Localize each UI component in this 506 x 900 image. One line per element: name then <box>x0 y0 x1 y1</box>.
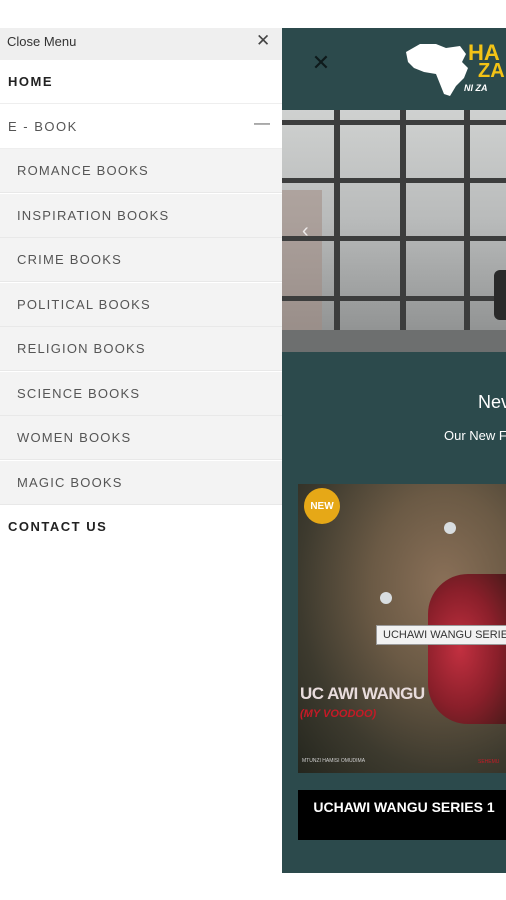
cover-title: UC AWI WANGU <box>300 684 425 703</box>
submenu-item-inspiration[interactable]: INSPIRATION BOOKS <box>0 194 282 238</box>
page-header: ✕ HA ZA NI ZA <box>282 28 506 110</box>
logo-text-line3: NI ZA <box>464 83 488 93</box>
menu-item-home[interactable]: HOME <box>0 60 282 104</box>
window-frame <box>334 110 340 352</box>
submenu-item-magic[interactable]: MAGIC BOOKS <box>0 461 282 505</box>
submenu-item-label: MAGIC BOOKS <box>17 475 123 490</box>
book-title-button[interactable]: UCHAWI WANGU SERIES 1 <box>298 790 506 840</box>
close-icon[interactable]: ✕ <box>256 30 270 52</box>
image-label: UCHAWI WANGU SERIE <box>376 625 506 645</box>
section-title: Nev <box>478 392 506 412</box>
slider-prev-icon[interactable]: ‹ <box>302 220 309 243</box>
submenu-item-political[interactable]: POLITICAL BOOKS <box>0 283 282 327</box>
close-menu-row[interactable]: Close Menu ✕ <box>0 28 282 60</box>
cover-part: SEHEMU <box>478 759 500 765</box>
submenu-item-label: RELIGION BOOKS <box>17 341 146 356</box>
window-frame <box>282 178 506 183</box>
page-close-icon[interactable]: ✕ <box>310 52 332 74</box>
window-frame <box>282 236 506 241</box>
menu-item-label: HOME <box>8 74 53 89</box>
main-page: ✕ HA ZA NI ZA ‹ Nev Our New F NEW UCHAWI… <box>282 28 506 873</box>
submenu-item-label: INSPIRATION BOOKS <box>17 208 170 223</box>
menu-item-label: E - BOOK <box>8 119 78 134</box>
hero-figure <box>494 270 506 320</box>
section-subtitle: Our New F <box>444 428 506 443</box>
window-frame <box>464 110 470 352</box>
new-badge: NEW <box>304 488 340 524</box>
submenu-item-crime[interactable]: CRIME BOOKS <box>0 238 282 282</box>
submenu-item-label: SCIENCE BOOKS <box>17 386 141 401</box>
hero-bg-wall <box>282 190 322 330</box>
submenu-item-label: CRIME BOOKS <box>17 252 122 267</box>
menu-item-label: CONTACT US <box>8 519 108 534</box>
window-frame <box>282 296 506 301</box>
submenu-item-label: POLITICAL BOOKS <box>17 297 151 312</box>
close-menu-label[interactable]: Close Menu <box>7 34 76 49</box>
window-frame <box>400 110 406 352</box>
hero-slider[interactable]: ‹ <box>282 110 506 352</box>
cover-author: MTUNZI HAMISI OMUDIMA <box>302 758 366 764</box>
logo-text-line2: ZA <box>478 60 505 82</box>
window-frame <box>282 120 506 125</box>
cover-subtitle: (MY VOODOO) <box>300 708 377 720</box>
hero-floor <box>282 330 506 352</box>
submenu-item-label: ROMANCE BOOKS <box>17 163 149 178</box>
submenu-item-romance[interactable]: ROMANCE BOOKS <box>0 149 282 193</box>
menu-item-ebook[interactable]: E - BOOK — <box>0 105 282 149</box>
collapse-icon[interactable]: — <box>254 115 270 133</box>
cover-art <box>428 574 506 724</box>
submenu-item-religion[interactable]: RELIGION BOOKS <box>0 327 282 371</box>
cover-art <box>380 592 392 604</box>
submenu-item-label: WOMEN BOOKS <box>17 430 132 445</box>
side-menu: Close Menu ✕ HOME E - BOOK — ROMANCE BOO… <box>0 28 282 900</box>
submenu-item-science[interactable]: SCIENCE BOOKS <box>0 372 282 416</box>
cover-art <box>444 522 456 534</box>
submenu-item-women[interactable]: WOMEN BOOKS <box>0 416 282 460</box>
menu-item-contact[interactable]: CONTACT US <box>0 505 282 549</box>
